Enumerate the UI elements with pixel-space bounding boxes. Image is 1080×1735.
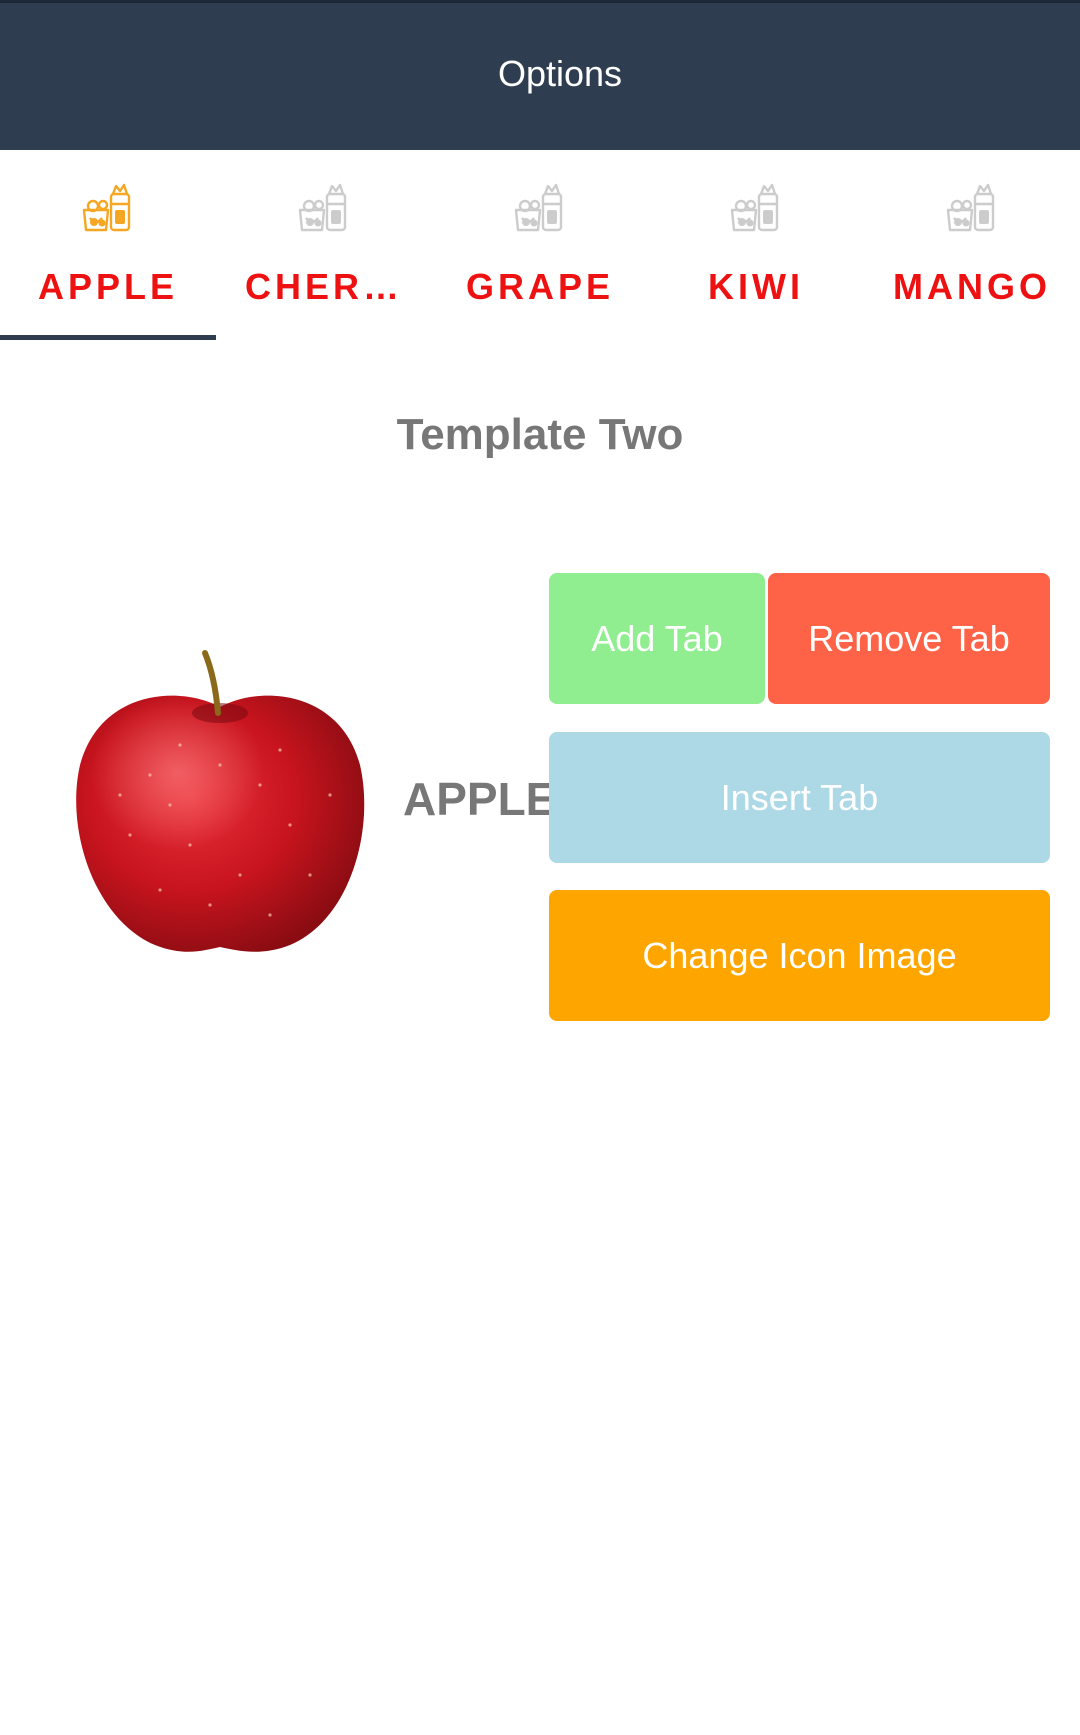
tab-label: APPLE — [37, 266, 179, 307]
fruit-basket-icon — [298, 183, 347, 232]
tab-label: MANGO — [893, 266, 1051, 307]
tab-apple[interactable]: APPLE — [0, 150, 216, 340]
tab-bar: APPLE CHER… GRAPE KIWI MANGO — [0, 150, 1080, 340]
app-header: Options — [0, 0, 1080, 150]
insert-tab-button[interactable]: Insert Tab — [549, 732, 1050, 863]
fruit-basket-icon — [514, 183, 563, 232]
app-screen: Options APPLE CHER… GRAPE KIWI MANGO Tem… — [0, 0, 1080, 1735]
change-icon-image-button[interactable]: Change Icon Image — [549, 890, 1050, 1021]
tab-cherry[interactable]: CHER… — [216, 150, 432, 340]
add-tab-button[interactable]: Add Tab — [549, 573, 765, 704]
fruit-basket-icon — [730, 183, 779, 232]
template-title: Template Two — [396, 410, 684, 459]
remove-tab-button[interactable]: Remove Tab — [768, 573, 1050, 704]
header-title: Options — [497, 52, 623, 94]
fruit-basket-icon — [946, 183, 995, 232]
fruit-basket-icon — [82, 183, 131, 232]
fruit-label: APPLE — [403, 773, 557, 825]
tab-label: GRAPE — [465, 266, 615, 307]
tab-mango[interactable]: MANGO — [864, 150, 1080, 340]
apple-image — [76, 650, 365, 952]
tab-kiwi[interactable]: KIWI — [648, 150, 864, 340]
tab-grape[interactable]: GRAPE — [432, 150, 648, 340]
selected-tab-indicator — [0, 335, 216, 340]
tab-label: KIWI — [708, 266, 804, 307]
tab-label: CHER… — [244, 266, 403, 307]
